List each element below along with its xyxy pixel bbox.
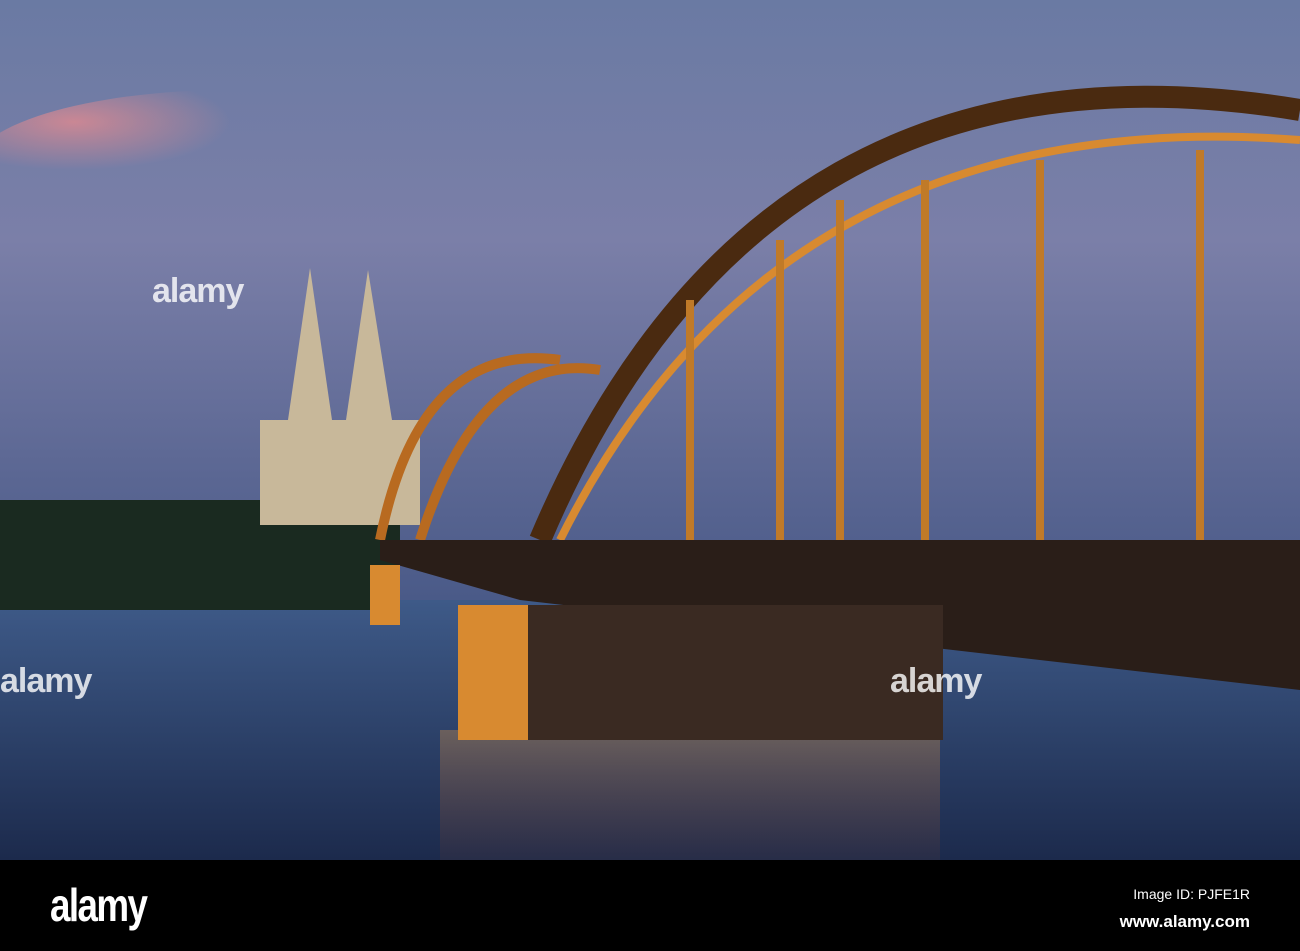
pier-main — [458, 605, 943, 740]
website-link[interactable]: www.alamy.com — [1120, 912, 1250, 932]
pier-small — [370, 565, 400, 625]
photo-cologne-bridge-cathedral — [0, 0, 1300, 860]
footer-bar: alamy Image ID: PJFE1R www.alamy.com — [0, 860, 1300, 951]
watermark: alamy — [0, 662, 92, 700]
watermark: alamy — [890, 662, 982, 700]
photo-page: alamy alamy alamy alamy Image ID: PJFE1R… — [0, 0, 1300, 951]
image-id: Image ID: PJFE1R — [1133, 886, 1250, 902]
pier-lit — [458, 605, 528, 740]
alamy-logo: alamy — [50, 879, 148, 931]
watermark: alamy — [152, 272, 244, 310]
reflection — [440, 730, 940, 860]
